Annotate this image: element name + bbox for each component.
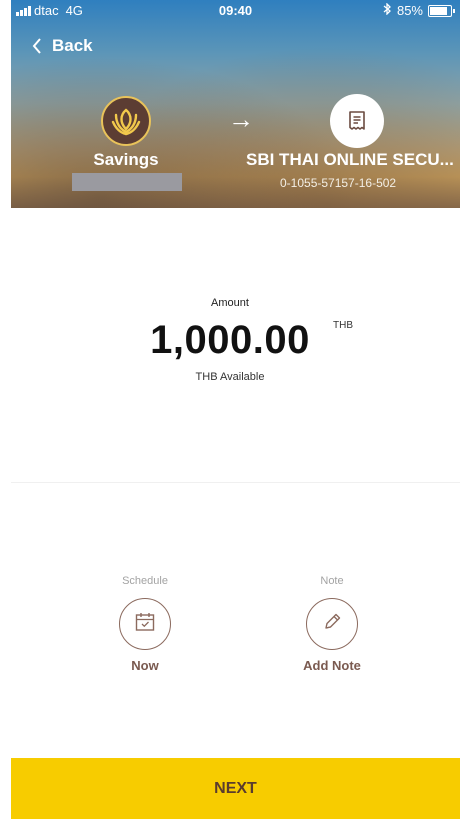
battery-icon	[428, 4, 455, 17]
calendar-icon	[134, 611, 156, 638]
amount-currency: THB	[333, 320, 353, 331]
battery-percent: 85%	[396, 3, 423, 18]
note-value[interactable]: Add Note	[272, 658, 392, 673]
note-title: Note	[320, 575, 344, 587]
to-account-name: SBI THAI ONLINE SECU...	[246, 150, 454, 169]
arrow-right-icon: →	[228, 104, 254, 134]
available-balance-label: THB Available	[195, 371, 265, 383]
schedule-button[interactable]	[119, 598, 171, 650]
from-account-name: Savings	[93, 150, 159, 169]
amount-label: Amount	[211, 297, 249, 309]
schedule-title: Schedule	[122, 575, 168, 587]
back-button[interactable]: Back	[32, 36, 93, 56]
bluetooth-icon	[383, 2, 392, 18]
note-option: Note Add Note	[272, 575, 392, 673]
transfer-screen: dtac 4G 09:40 85% Back → Savings SBI THA…	[0, 0, 460, 819]
amount-row[interactable]: 1,000.00 THB	[0, 318, 460, 363]
receipt-icon	[330, 94, 384, 148]
schedule-value[interactable]: Now	[85, 658, 205, 673]
pencil-icon	[321, 611, 343, 638]
to-account-number: 0-1055-57157-16-502	[280, 176, 397, 190]
status-right: 85%	[383, 2, 455, 18]
next-button[interactable]: NEXT	[11, 758, 460, 819]
bank-logo-icon	[101, 96, 151, 146]
chevron-left-icon	[32, 38, 42, 54]
amount-value[interactable]: 1,000.00	[150, 318, 310, 362]
back-label: Back	[52, 36, 93, 55]
divider	[11, 482, 460, 483]
add-note-button[interactable]	[306, 598, 358, 650]
schedule-option: Schedule Now	[85, 575, 205, 673]
status-bar: dtac 4G 09:40 85%	[11, 0, 460, 20]
from-account-number-masked	[72, 173, 182, 191]
